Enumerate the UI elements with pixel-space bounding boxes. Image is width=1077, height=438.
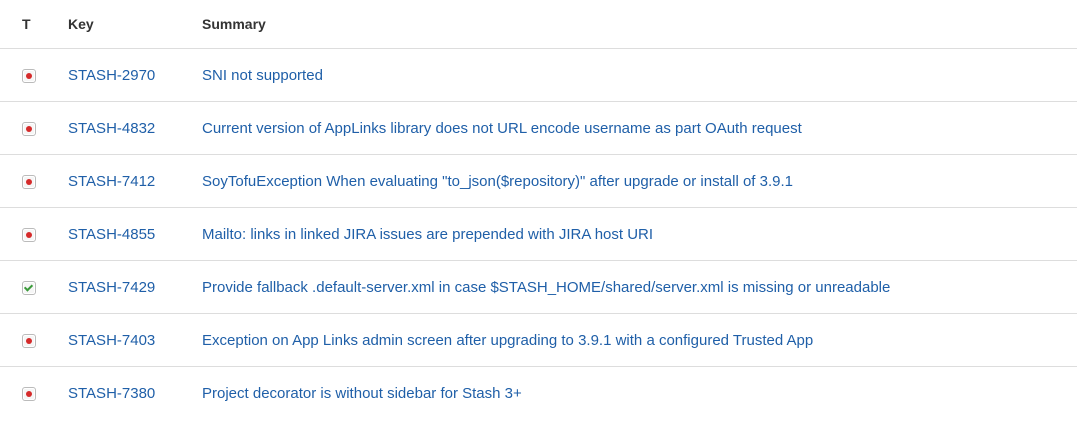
summary-cell: Exception on App Links admin screen afte… <box>180 313 1077 367</box>
issue-summary-link[interactable]: SNI not supported <box>202 67 323 84</box>
summary-cell: Provide fallback .default-server.xml in … <box>180 260 1077 314</box>
table-row: STASH-7412 SoyTofuException When evaluat… <box>0 154 1077 208</box>
issue-summary-link[interactable]: Mailto: links in linked JIRA issues are … <box>202 226 653 243</box>
key-cell: STASH-7429 <box>45 260 180 314</box>
issue-summary-link[interactable]: Current version of AppLinks library does… <box>202 120 802 137</box>
summary-cell: SoyTofuException When evaluating "to_jso… <box>180 154 1077 208</box>
column-header-key[interactable]: Key <box>45 0 180 49</box>
bug-icon <box>22 175 36 190</box>
key-cell: STASH-7403 <box>45 313 180 367</box>
issue-summary-link[interactable]: Provide fallback .default-server.xml in … <box>202 279 890 296</box>
issue-key-link[interactable]: STASH-7429 <box>68 279 155 296</box>
issue-key-link[interactable]: STASH-4832 <box>68 120 155 137</box>
key-cell: STASH-4855 <box>45 207 180 261</box>
key-cell: STASH-4832 <box>45 101 180 155</box>
bug-icon <box>22 69 36 84</box>
table-row: STASH-7403 Exception on App Links admin … <box>0 313 1077 367</box>
type-cell <box>0 101 45 155</box>
table-row: STASH-7380 Project decorator is without … <box>0 367 1077 420</box>
summary-cell: Project decorator is without sidebar for… <box>180 367 1077 420</box>
bug-icon <box>22 122 36 137</box>
key-cell: STASH-7380 <box>45 367 180 420</box>
table-row: STASH-2970 SNI not supported <box>0 48 1077 102</box>
type-cell <box>0 207 45 261</box>
summary-cell: SNI not supported <box>180 48 1077 102</box>
key-cell: STASH-7412 <box>45 154 180 208</box>
bug-icon <box>22 387 36 402</box>
issue-key-link[interactable]: STASH-4855 <box>68 226 155 243</box>
table-header-row: T Key Summary <box>0 0 1077 49</box>
table-row: STASH-4832 Current version of AppLinks l… <box>0 101 1077 155</box>
issue-table: T Key Summary STASH-2970 SNI not support… <box>0 0 1077 419</box>
summary-cell: Current version of AppLinks library does… <box>180 101 1077 155</box>
column-header-type[interactable]: T <box>0 0 45 49</box>
type-cell <box>0 154 45 208</box>
issue-summary-link[interactable]: SoyTofuException When evaluating "to_jso… <box>202 173 793 190</box>
bug-icon <box>22 228 36 243</box>
issue-summary-link[interactable]: Exception on App Links admin screen afte… <box>202 332 813 349</box>
type-cell <box>0 260 45 314</box>
bug-icon <box>22 334 36 349</box>
task-icon <box>22 281 36 296</box>
type-cell <box>0 313 45 367</box>
column-header-summary[interactable]: Summary <box>180 0 1077 49</box>
issue-summary-link[interactable]: Project decorator is without sidebar for… <box>202 385 522 402</box>
type-cell <box>0 367 45 420</box>
issue-key-link[interactable]: STASH-7412 <box>68 173 155 190</box>
issue-key-link[interactable]: STASH-7380 <box>68 385 155 402</box>
type-cell <box>0 48 45 102</box>
issue-key-link[interactable]: STASH-7403 <box>68 332 155 349</box>
table-row: STASH-4855 Mailto: links in linked JIRA … <box>0 207 1077 261</box>
key-cell: STASH-2970 <box>45 48 180 102</box>
table-row: STASH-7429 Provide fallback .default-ser… <box>0 260 1077 314</box>
summary-cell: Mailto: links in linked JIRA issues are … <box>180 207 1077 261</box>
issue-key-link[interactable]: STASH-2970 <box>68 67 155 84</box>
